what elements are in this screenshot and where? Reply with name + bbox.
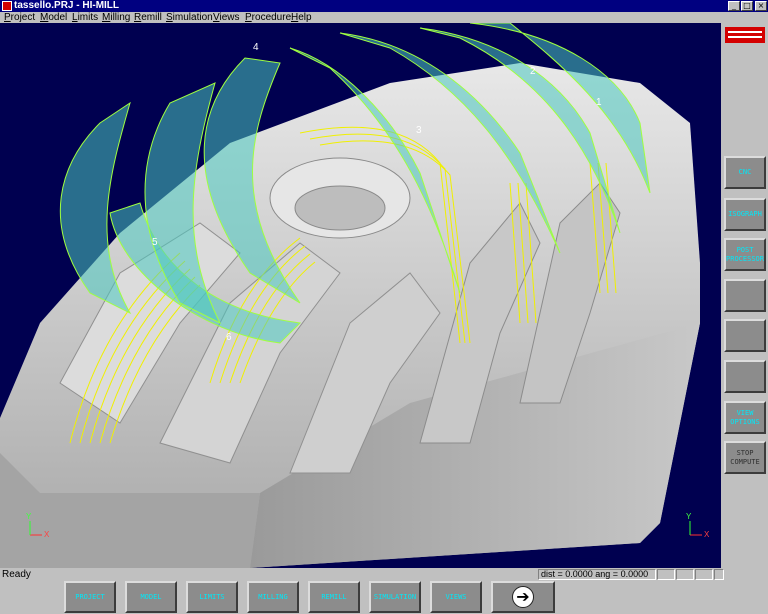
himill-logo bbox=[725, 27, 765, 43]
axis-x-label-left: X bbox=[44, 530, 50, 539]
model-render: 1 2 3 4 5 6 X Y X Y bbox=[0, 23, 710, 568]
status-pane-3 bbox=[695, 569, 713, 580]
project-button[interactable]: PROJECT bbox=[64, 581, 116, 613]
menu-model[interactable]: Model bbox=[40, 12, 67, 23]
status-pane-2 bbox=[676, 569, 694, 580]
dist-angle-readout: dist = 0.0000 ang = 0.0000 bbox=[538, 569, 656, 580]
next-button[interactable]: ➔ bbox=[491, 581, 555, 613]
side-button-blank-1[interactable] bbox=[724, 279, 766, 312]
surface-label-2: 2 bbox=[530, 66, 536, 77]
post-processor-button[interactable]: POST PROCESSOR bbox=[724, 238, 766, 271]
view-options-button[interactable]: VIEW OPTIONS bbox=[724, 401, 766, 434]
3d-viewport[interactable]: 1 2 3 4 5 6 X Y X Y bbox=[0, 23, 721, 568]
window-title: tassello.PRJ - HI-MILL bbox=[14, 0, 120, 11]
bottom-toolbar: PROJECT MODEL LIMITS MILLING REMILL SIMU… bbox=[0, 581, 768, 614]
menu-limits[interactable]: Limits bbox=[72, 12, 98, 23]
surface-label-1: 1 bbox=[596, 97, 602, 108]
surface-label-5: 5 bbox=[152, 237, 158, 248]
menu-procedure[interactable]: Procedure bbox=[245, 12, 291, 23]
status-text: Ready bbox=[2, 569, 31, 580]
minimize-button[interactable]: _ bbox=[728, 1, 740, 11]
menu-views[interactable]: Views bbox=[213, 12, 240, 23]
limits-button[interactable]: LIMITS bbox=[186, 581, 238, 613]
axis-y-label-right: Y bbox=[686, 512, 692, 521]
status-pane-1 bbox=[657, 569, 675, 580]
menu-project[interactable]: Project bbox=[4, 12, 35, 23]
surface-label-3: 3 bbox=[416, 125, 422, 136]
cnc-button[interactable]: CNC bbox=[724, 156, 766, 189]
menu-bar: Project Model Limits Milling Remill Simu… bbox=[0, 12, 768, 23]
right-panel: CNC ISOGRAPH POST PROCESSOR VIEW OPTIONS… bbox=[721, 23, 768, 568]
title-bar: tassello.PRJ - HI-MILL _ □ × bbox=[0, 0, 768, 12]
model-button[interactable]: MODEL bbox=[125, 581, 177, 613]
arrow-right-icon: ➔ bbox=[512, 586, 534, 608]
stop-compute-button[interactable]: STOP COMPUTE bbox=[724, 441, 766, 474]
maximize-button[interactable]: □ bbox=[741, 1, 753, 11]
menu-milling[interactable]: Milling bbox=[102, 12, 130, 23]
menu-help[interactable]: Help bbox=[291, 12, 312, 23]
simulation-button[interactable]: SIMULATION bbox=[369, 581, 421, 613]
side-button-blank-2[interactable] bbox=[724, 319, 766, 352]
status-pane-4 bbox=[714, 569, 724, 580]
milling-button[interactable]: MILLING bbox=[247, 581, 299, 613]
menu-remill[interactable]: Remill bbox=[134, 12, 162, 23]
side-button-blank-3[interactable] bbox=[724, 360, 766, 393]
axis-y-label-left: Y bbox=[26, 512, 32, 521]
axis-x-label-right: X bbox=[704, 530, 710, 539]
app-icon[interactable] bbox=[2, 1, 12, 11]
surface-label-4: 4 bbox=[253, 42, 259, 53]
remill-button[interactable]: REMILL bbox=[308, 581, 360, 613]
menu-simulation[interactable]: Simulation bbox=[166, 12, 213, 23]
surface-label-6: 6 bbox=[226, 332, 232, 343]
isograph-button[interactable]: ISOGRAPH bbox=[724, 198, 766, 231]
close-button[interactable]: × bbox=[755, 1, 767, 11]
axis-triad-right-icon: X Y bbox=[686, 512, 710, 539]
status-bar: Ready dist = 0.0000 ang = 0.0000 bbox=[0, 568, 768, 581]
views-button[interactable]: VIEWS bbox=[430, 581, 482, 613]
